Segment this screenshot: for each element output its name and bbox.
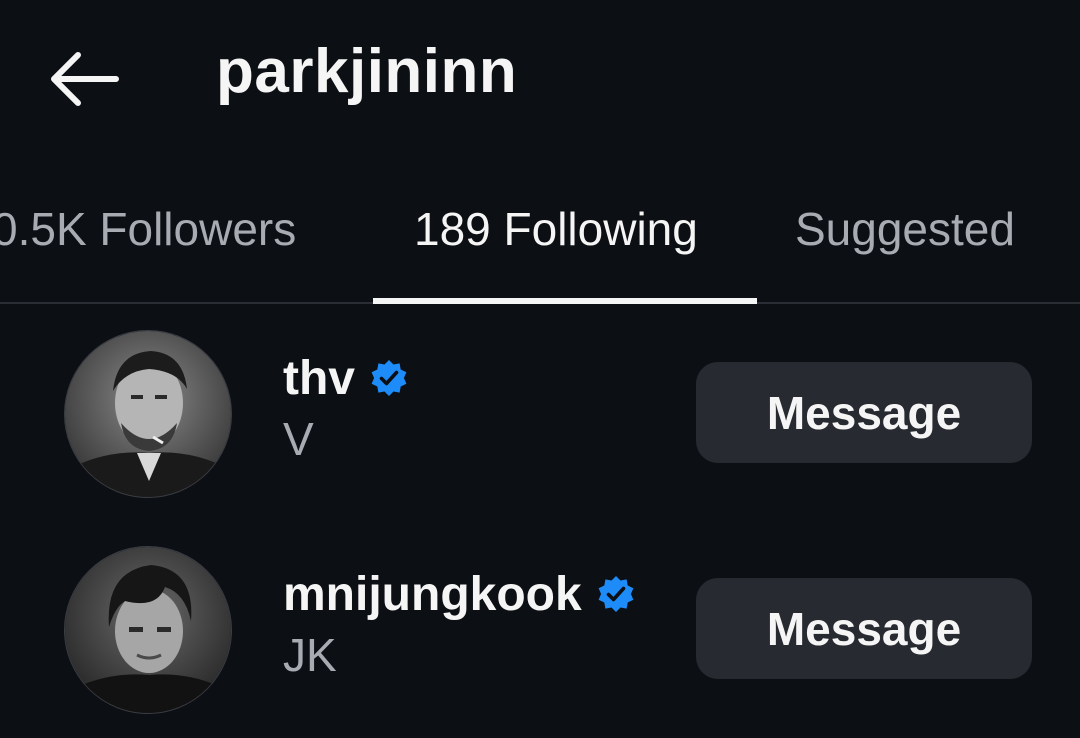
message-button[interactable]: Message (696, 362, 1032, 463)
back-button[interactable] (44, 44, 124, 114)
page-title: parkjininn (216, 37, 518, 106)
arrow-left-icon (51, 52, 119, 106)
list-item: mnijungkook JK Message (0, 538, 1080, 738)
tab-suggested[interactable]: Suggested (795, 202, 1015, 256)
tab-bar: 0.5K Followers 189 Following Suggested (0, 180, 1080, 304)
verified-badge-icon (598, 576, 634, 612)
tab-following[interactable]: 189 Following (414, 202, 698, 256)
avatar[interactable] (64, 330, 232, 498)
username: mnijungkook (283, 567, 582, 621)
username-link[interactable]: thv (283, 350, 409, 406)
display-name: V (283, 413, 314, 465)
display-name: JK (283, 629, 337, 681)
list-item: thv V Message (0, 322, 1080, 522)
message-button[interactable]: Message (696, 578, 1032, 679)
active-tab-indicator (373, 298, 757, 304)
top-bar: parkjininn (0, 0, 1080, 150)
username-link[interactable]: mnijungkook (283, 566, 636, 622)
verified-badge-icon (371, 360, 407, 396)
username: thv (283, 351, 355, 405)
tab-followers[interactable]: 0.5K Followers (0, 202, 296, 256)
avatar[interactable] (64, 546, 232, 714)
